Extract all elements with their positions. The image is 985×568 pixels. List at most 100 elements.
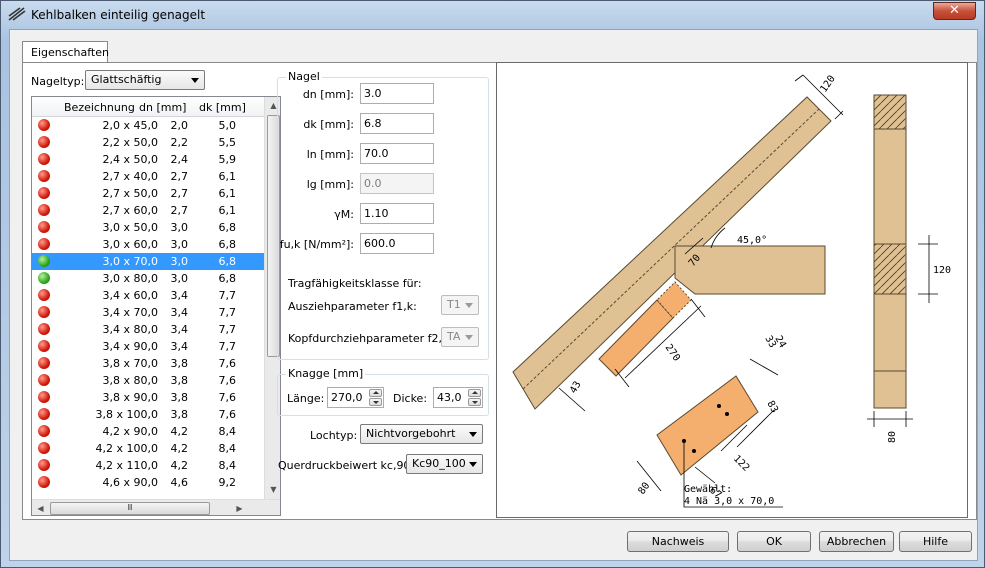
dicke-value: 43,0 (437, 391, 462, 404)
horizontal-scroll-thumb[interactable]: Ⅲ (50, 502, 210, 515)
lochtyp-select[interactable]: Nichtvorgebohrt (360, 424, 483, 444)
table-row[interactable]: 4,2 x 100,0 4,2 8,4 (32, 440, 264, 457)
status-fail-icon (38, 323, 50, 335)
app-icon (8, 7, 26, 21)
hilfe-button[interactable]: Hilfe (899, 531, 972, 552)
dk-cell: 7,6 (218, 408, 237, 421)
spin-down-icon[interactable] (369, 398, 382, 406)
f2-label: Kopfdurchziehparameter f2,k: (288, 332, 453, 345)
table-row[interactable]: 3,8 x 80,0 3,8 7,6 (32, 372, 264, 389)
spin-up-icon[interactable] (369, 389, 382, 397)
nagel-field-input[interactable]: 70.0 (360, 143, 434, 164)
dim-83: 83 (764, 399, 780, 415)
table-row[interactable]: 3,4 x 80,0 3,4 7,7 (32, 321, 264, 338)
table-row[interactable]: 3,4 x 70,0 3,4 7,7 (32, 304, 264, 321)
nagel-field-label: dk [mm]: (303, 118, 354, 131)
dn-cell: 3,8 (170, 391, 189, 404)
nageltyp-select[interactable]: Glattschäftig (85, 70, 205, 90)
spin-down-icon[interactable] (468, 398, 481, 406)
table-row[interactable]: 3,4 x 60,0 3,4 7,7 (32, 287, 264, 304)
horizontal-scrollbar[interactable]: ◀ Ⅲ ▶ (32, 499, 280, 515)
status-fail-icon (38, 357, 50, 369)
status-fail-icon (38, 374, 50, 386)
table-row[interactable]: 2,0 x 45,0 2,0 5,0 (32, 117, 264, 134)
side-view-hatch-top (873, 94, 907, 130)
status-fail-icon (38, 238, 50, 250)
scroll-down-icon[interactable]: ▼ (266, 482, 280, 497)
table-row[interactable]: 3,8 x 70,0 3,8 7,6 (32, 355, 264, 372)
nail-point (725, 412, 729, 416)
status-fail-icon (38, 119, 50, 131)
f1-label: Ausziehparameter f1,k: (288, 300, 417, 313)
querdruck-label: Querdruckbeiwert kc,90: (278, 459, 415, 472)
table-row[interactable]: 3,0 x 80,0 3,0 6,8 (32, 270, 264, 287)
table-row[interactable]: 2,4 x 50,0 2,4 5,9 (32, 151, 264, 168)
table-body: 2,0 x 45,0 2,0 5,0 2,2 x 50,0 2,2 5,5 2,4 x 50… (32, 117, 264, 491)
table-row[interactable]: 3,8 x 90,0 3,8 7,6 (32, 389, 264, 406)
status-fail-icon (38, 425, 50, 437)
status-fail-icon (38, 136, 50, 148)
table-row[interactable]: 3,0 x 60,0 3,0 6,8 (32, 236, 264, 253)
nagel-field-input[interactable]: 1.10 (360, 203, 434, 224)
column-header-bezeichnung[interactable]: Bezeichnung (64, 101, 135, 114)
dn-cell: 3,4 (170, 306, 189, 319)
table-row[interactable]: 2,7 x 40,0 2,7 6,1 (32, 168, 264, 185)
table-row[interactable]: 3,0 x 70,0 3,0 6,8 (32, 253, 264, 270)
table-row[interactable]: 2,7 x 50,0 2,7 6,1 (32, 185, 264, 202)
title-bar[interactable]: Kehlbalken einteilig genagelt ✕ (1, 1, 984, 29)
table-row[interactable]: 3,0 x 50,0 3,0 6,8 (32, 219, 264, 236)
dim-angle: 45,0° (737, 235, 767, 246)
close-icon: ✕ (949, 3, 960, 18)
status-ok-icon (38, 255, 50, 267)
status-fail-icon (38, 340, 50, 352)
nagel-field-label: γM: (334, 208, 354, 221)
querdruck-select[interactable]: Kc90_100 (406, 454, 483, 474)
dim-80: 80 (636, 481, 652, 497)
dim-24: 24 (772, 334, 788, 350)
dn-cell: 3,0 (170, 272, 189, 285)
f1-select[interactable]: T1 (441, 295, 479, 315)
close-button[interactable]: ✕ (933, 2, 976, 20)
table-row[interactable]: 3,4 x 90,0 3,4 7,7 (32, 338, 264, 355)
tab-eigenschaften[interactable]: Eigenschaften (22, 41, 109, 63)
laenge-input[interactable]: 270,0 (327, 387, 384, 408)
trag-title: Tragfähigkeitsklasse für: (288, 277, 422, 290)
table-row[interactable]: 4,2 x 90,0 4,2 8,4 (32, 423, 264, 440)
dim-43: 43 (568, 380, 584, 396)
nachweis-button[interactable]: Nachweis (627, 531, 729, 552)
ok-button[interactable]: OK (737, 531, 811, 552)
table-row[interactable]: 2,7 x 60,0 2,7 6,1 (32, 202, 264, 219)
dk-cell: 6,1 (218, 170, 237, 183)
dicke-label: Dicke: (393, 392, 428, 405)
nagel-field-input[interactable]: 0.0 (360, 173, 434, 194)
table-row[interactable]: 2,2 x 50,0 2,2 5,5 (32, 134, 264, 151)
nagel-field-input[interactable]: 6.8 (360, 113, 434, 134)
f2-select[interactable]: TA (441, 327, 479, 347)
dialog-window: Kehlbalken einteilig genagelt ✕ Eigensch… (0, 0, 985, 568)
nagel-field-label: ln [mm]: (306, 148, 354, 161)
nail-point (717, 404, 721, 408)
nail-point (692, 449, 696, 453)
table-row[interactable]: 4,2 x 110,0 4,2 8,4 (32, 457, 264, 474)
nagel-field-input[interactable]: 3.0 (360, 83, 434, 104)
dk-cell: 7,7 (218, 323, 237, 336)
dk-cell: 8,4 (218, 459, 237, 472)
chevron-down-icon (465, 335, 473, 340)
scroll-left-icon[interactable]: ◀ (33, 501, 48, 515)
nail-table[interactable]: Bezeichnung dn [mm] dk [mm] 2,0 x 45,0 2,… (31, 96, 281, 516)
table-row[interactable]: 4,6 x 90,0 4,6 9,2 (32, 474, 264, 491)
spin-up-icon[interactable] (468, 389, 481, 397)
scroll-right-icon[interactable]: ▶ (232, 501, 247, 515)
dk-cell: 6,8 (218, 238, 237, 251)
f2-value: TA (447, 330, 461, 343)
table-header: Bezeichnung dn [mm] dk [mm] (32, 97, 264, 117)
table-row[interactable]: 3,8 x 100,0 3,8 7,6 (32, 406, 264, 423)
dk-cell: 7,6 (218, 357, 237, 370)
nagel-field-input[interactable]: 600.0 (360, 233, 434, 254)
dk-cell: 7,6 (218, 391, 237, 404)
abbrechen-button[interactable]: Abbrechen (819, 531, 894, 552)
column-header-dk[interactable]: dk [mm] (199, 101, 246, 114)
column-header-dn[interactable]: dn [mm] (139, 101, 186, 114)
dicke-input[interactable]: 43,0 (433, 387, 483, 408)
dn-cell: 3,4 (170, 289, 189, 302)
